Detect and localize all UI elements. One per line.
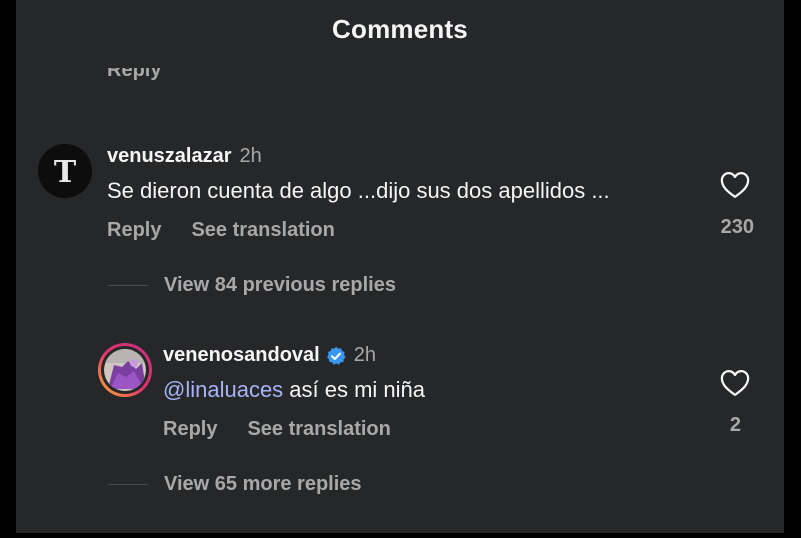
avatar-logo-icon: T xyxy=(38,144,92,198)
divider-line xyxy=(108,484,148,485)
avatar[interactable]: T xyxy=(38,144,92,198)
like-count: 230 xyxy=(720,216,754,238)
comment-actions: Reply See translation xyxy=(107,219,335,242)
comment-text: @linaluaces así es mi niña xyxy=(163,377,425,403)
comment-username[interactable]: venuszalazar 2h xyxy=(107,145,262,168)
see-translation-button[interactable]: See translation xyxy=(191,219,334,242)
comment-actions: Reply See translation xyxy=(163,418,391,441)
page-title: Comments xyxy=(332,14,468,44)
reply-button[interactable]: Reply xyxy=(163,418,217,441)
avatar[interactable] xyxy=(98,343,152,397)
mention-link[interactable]: @linaluaces xyxy=(163,377,283,402)
comment-text: Se dieron cuenta de algo ...dijo sus dos… xyxy=(107,178,610,203)
svg-text:T: T xyxy=(54,155,77,190)
view-replies-label[interactable]: View 84 previous replies xyxy=(164,274,396,297)
partial-reply-button[interactable]: Reply xyxy=(107,68,161,92)
heart-icon[interactable] xyxy=(720,171,750,199)
see-translation-button[interactable]: See translation xyxy=(247,418,390,441)
view-replies-button[interactable]: View 65 more replies xyxy=(108,473,362,496)
comment-username[interactable]: venenosandoval 2h xyxy=(163,344,376,367)
comment-timestamp: 2h xyxy=(239,145,262,167)
view-replies-label[interactable]: View 65 more replies xyxy=(164,473,362,496)
avatar-photo-icon xyxy=(104,349,146,391)
divider-line xyxy=(108,285,148,286)
view-replies-button[interactable]: View 84 previous replies xyxy=(108,274,396,297)
comment-timestamp: 2h xyxy=(353,344,376,366)
heart-icon[interactable] xyxy=(720,369,750,397)
verified-badge-icon xyxy=(326,346,346,365)
like-count: 2 xyxy=(729,414,741,436)
comment-text-body: así es mi niña xyxy=(283,377,426,402)
reply-button[interactable]: Reply xyxy=(107,219,161,242)
comments-sheet: Comments Reply T venuszalazar 2h Se dier… xyxy=(16,0,784,533)
